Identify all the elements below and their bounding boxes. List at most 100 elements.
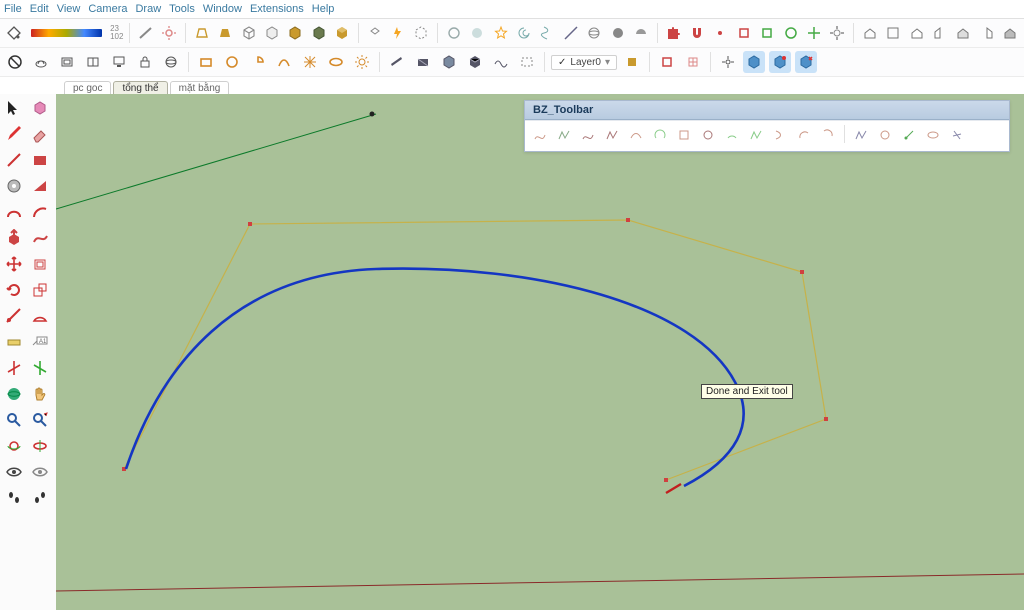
offset-icon[interactable] — [28, 252, 52, 276]
back-edges-icon[interactable] — [412, 22, 431, 44]
gear-icon[interactable] — [828, 22, 847, 44]
magnet-icon[interactable] — [687, 22, 706, 44]
sun-burst-orange-icon[interactable] — [351, 51, 373, 73]
wire-sphere-icon[interactable] — [585, 22, 604, 44]
trapezoid2-icon[interactable] — [215, 22, 234, 44]
globe-color-icon[interactable] — [2, 382, 26, 406]
bz-toolbar-title[interactable]: BZ_Toolbar — [525, 101, 1009, 120]
ring-green-icon[interactable] — [781, 22, 800, 44]
section-display-icon[interactable] — [412, 51, 434, 73]
soften-a-icon[interactable] — [444, 22, 463, 44]
solid-sphere-icon[interactable] — [608, 22, 627, 44]
curve-orange-icon[interactable] — [273, 51, 295, 73]
left-house-icon[interactable] — [977, 22, 996, 44]
layer-selector[interactable]: ✓ Layer0 ▾ — [551, 55, 617, 70]
xray-bolt-icon[interactable] — [388, 22, 407, 44]
burst-icon[interactable] — [299, 51, 321, 73]
half-sphere-icon[interactable] — [631, 22, 650, 44]
bz-toolbar-panel[interactable]: BZ_Toolbar — [524, 100, 1010, 152]
front-house-icon[interactable] — [907, 22, 926, 44]
rotate-red-icon[interactable] — [2, 278, 26, 302]
menu-edit[interactable]: Edit — [30, 3, 49, 15]
bz-tool-14-icon[interactable] — [850, 125, 872, 145]
plane-diag-icon[interactable] — [561, 22, 580, 44]
axes-green-icon[interactable] — [28, 356, 52, 380]
pencil-red-icon[interactable] — [2, 122, 26, 146]
menu-file[interactable]: File — [4, 3, 22, 15]
vray-region-icon[interactable] — [56, 51, 78, 73]
arc2-red-icon[interactable] — [28, 200, 52, 224]
pink-cube-icon[interactable] — [28, 96, 52, 120]
camera-grid-icon[interactable] — [82, 51, 104, 73]
viewport-3d[interactable]: BZ_Toolbar — [56, 94, 1024, 610]
bz-tool-07-icon[interactable] — [673, 125, 695, 145]
push-pull-icon[interactable] — [2, 226, 26, 250]
section-cut-icon[interactable] — [438, 51, 460, 73]
bz-tool-09-icon[interactable] — [721, 125, 743, 145]
section-plane-icon[interactable] — [386, 51, 408, 73]
rect-red-icon[interactable] — [28, 148, 52, 172]
menu-tools[interactable]: Tools — [169, 3, 195, 15]
bottom-house-icon[interactable] — [1001, 22, 1020, 44]
paint-bucket-icon[interactable] — [4, 22, 23, 44]
right-house-icon[interactable] — [930, 22, 949, 44]
bz-tool-03-icon[interactable] — [577, 125, 599, 145]
cube-blue-c-icon[interactable] — [795, 51, 817, 73]
circle-saw-icon[interactable] — [2, 174, 26, 198]
wireframe-cube-icon[interactable] — [239, 22, 258, 44]
center-target-icon[interactable] — [717, 51, 739, 73]
arc-red-icon[interactable] — [2, 200, 26, 224]
bz-tool-08-icon[interactable] — [697, 125, 719, 145]
bz-tool-18-icon[interactable] — [946, 125, 968, 145]
bz-tool-05-icon[interactable] — [625, 125, 647, 145]
rect-orange-icon[interactable] — [195, 51, 217, 73]
hidden-line-cube-icon[interactable] — [262, 22, 281, 44]
menu-view[interactable]: View — [57, 3, 81, 15]
dashed-outline-icon[interactable] — [516, 51, 538, 73]
back-house-icon[interactable] — [954, 22, 973, 44]
bz-tool-06-icon[interactable] — [649, 125, 671, 145]
cube-blue-a-icon[interactable] — [743, 51, 765, 73]
move-arrows-icon[interactable] — [2, 252, 26, 276]
menu-help[interactable]: Help — [312, 3, 335, 15]
zoom-icon[interactable] — [2, 408, 26, 432]
tape-red-icon[interactable] — [2, 304, 26, 328]
cube-blue-b-icon[interactable] — [769, 51, 791, 73]
bz-tool-02-icon[interactable] — [553, 125, 575, 145]
scene-tab-2[interactable]: mặt bằng — [170, 81, 230, 95]
vertex-icon[interactable] — [711, 22, 730, 44]
bz-tool-10-icon[interactable] — [745, 125, 767, 145]
orbit-icon[interactable] — [2, 434, 26, 458]
circle-orange-icon[interactable] — [221, 51, 243, 73]
vray-stop-icon[interactable] — [4, 51, 26, 73]
cross-arrows-icon[interactable] — [804, 22, 823, 44]
iso-top-icon[interactable] — [365, 22, 384, 44]
axes-red-icon[interactable] — [2, 356, 26, 380]
square-green-icon[interactable] — [757, 22, 776, 44]
hand-icon[interactable] — [28, 382, 52, 406]
eraser-icon[interactable] — [28, 122, 52, 146]
section-fill-icon[interactable] — [464, 51, 486, 73]
protractor-red-icon[interactable] — [28, 304, 52, 328]
sun-icon[interactable] — [160, 22, 179, 44]
bz-tool-04-icon[interactable] — [601, 125, 623, 145]
textured-cube-icon[interactable] — [309, 22, 328, 44]
bz-tool-16-icon[interactable] — [898, 125, 920, 145]
globe-icon[interactable] — [160, 51, 182, 73]
trapezoid-icon[interactable] — [192, 22, 211, 44]
wedge-orange-icon[interactable] — [247, 51, 269, 73]
slope-brush-icon[interactable] — [136, 22, 155, 44]
top-view-icon[interactable] — [883, 22, 902, 44]
frame-buffer-icon[interactable] — [108, 51, 130, 73]
line-tool-icon[interactable] — [2, 148, 26, 172]
zoom-arrows-icon[interactable] — [28, 408, 52, 432]
scene-tab-0[interactable]: pc goc — [64, 81, 111, 95]
square-red-icon[interactable] — [734, 22, 753, 44]
tape-measure-icon[interactable] — [2, 330, 26, 354]
box-red-icon[interactable] — [656, 51, 678, 73]
orbit2-icon[interactable] — [28, 434, 52, 458]
lock-icon[interactable] — [134, 51, 156, 73]
eye-alt-icon[interactable] — [28, 460, 52, 484]
select-arrow-icon[interactable] — [2, 96, 26, 120]
bz-tool-17-icon[interactable] — [922, 125, 944, 145]
